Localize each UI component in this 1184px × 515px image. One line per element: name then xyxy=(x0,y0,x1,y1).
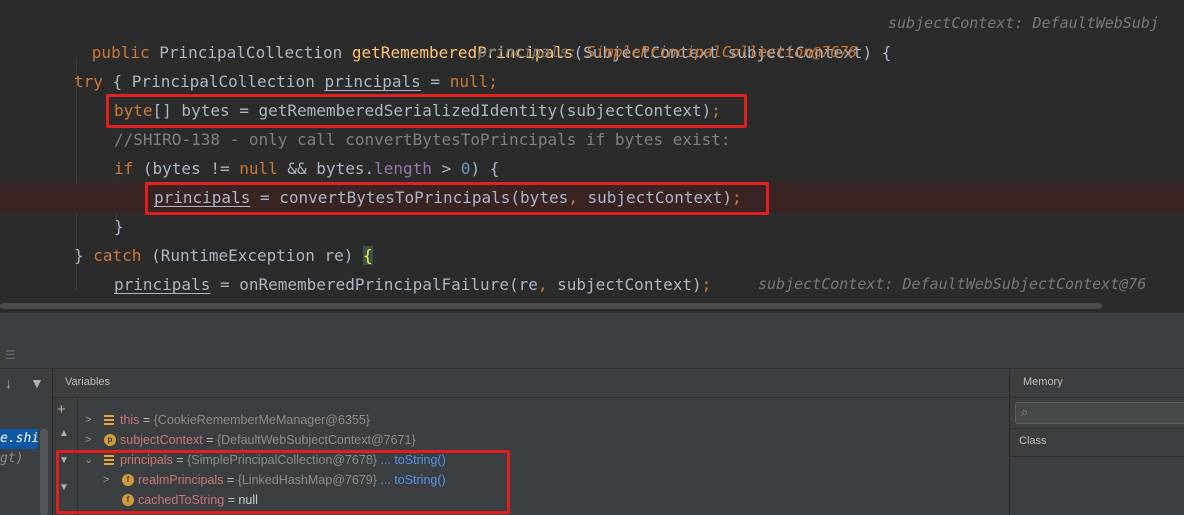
closing-brace: } xyxy=(74,246,94,265)
inline-hint: principals: SimplePrincipalCollection@76… xyxy=(478,43,858,61)
code-text: && bytes. xyxy=(277,159,375,178)
frames-scrollbar[interactable] xyxy=(40,429,48,515)
semicolon: ; xyxy=(701,275,712,294)
code-line-6: if (bytes != null && bytes.length > 0) { xyxy=(0,154,1184,183)
code-text: (RuntimeException re) xyxy=(141,246,363,265)
code-line-1: public PrincipalCollection getRemembered… xyxy=(0,9,1184,62)
selected-frame[interactable]: e.shiro. xyxy=(0,429,38,449)
code-text: (bytes != xyxy=(133,159,240,178)
highlight-box-convert xyxy=(145,182,769,215)
highlight-box-principals xyxy=(56,450,510,514)
keyword-try: try xyxy=(74,72,103,91)
variable-name: subjectContext xyxy=(120,433,203,447)
caret-up-icon[interactable]: ▲ xyxy=(59,428,69,439)
add-watch-icon[interactable]: + xyxy=(57,401,66,418)
code-text: ) { xyxy=(470,159,500,178)
code-line-9: } catch (RuntimeException re) { xyxy=(0,241,1184,270)
code-line-5: //SHIRO-138 - only call convertBytesToPr… xyxy=(0,125,1184,154)
variables-title: Variables xyxy=(65,376,111,388)
memory-column-header[interactable]: Class xyxy=(1010,428,1184,457)
code-line-3: try { xyxy=(0,67,1184,96)
equals: = xyxy=(202,433,217,447)
code-text: subjectContext) xyxy=(547,275,702,294)
debugger-panel: ☰ ↓ ▼ e.shiro. gt) Variables + ▲ ▼ ▼ > t… xyxy=(0,312,1184,515)
inline-hint: subjectContext: DefaultWebSubj xyxy=(888,14,1159,32)
divider xyxy=(53,397,1008,398)
number-literal: 0 xyxy=(460,159,471,178)
inline-hint: subjectContext: DefaultWebSubjectContext… xyxy=(758,275,1147,293)
arrow-down-icon[interactable]: ↓ xyxy=(5,375,12,391)
search-icon: ⌕ xyxy=(1021,404,1029,419)
code-line-8: } xyxy=(0,212,1184,241)
code-text: { xyxy=(102,72,123,91)
frame-detail: gt) xyxy=(0,451,24,466)
code-editor[interactable]: public PrincipalCollection getRemembered… xyxy=(0,0,1184,300)
memory-search-input[interactable]: ⌕ xyxy=(1015,402,1184,424)
memory-title: Memory xyxy=(1023,376,1063,388)
editor-horizontal-scrollbar[interactable] xyxy=(0,300,1184,312)
variable-value: {CookieRememberMeManager@6355} xyxy=(153,413,370,427)
column-class: Class xyxy=(1019,435,1047,447)
field-length: length xyxy=(374,159,432,178)
memory-pane: Memory ⌕ Class xyxy=(1009,369,1184,515)
parameter-icon: p xyxy=(104,434,116,446)
chevron-right-icon[interactable]: > xyxy=(85,410,91,430)
list-icon[interactable]: ☰ xyxy=(5,348,16,362)
chevron-right-icon[interactable]: > xyxy=(85,430,91,450)
filter-icon[interactable]: ▼ xyxy=(30,375,44,391)
variable-principals: principals xyxy=(114,275,211,294)
code-text: = onRememberedPrincipalFailure(re xyxy=(210,275,538,294)
variable-name: this xyxy=(120,413,140,427)
variable-value: {DefaultWebSubjectContext@7671} xyxy=(216,433,416,447)
highlight-box-bytes xyxy=(106,94,747,128)
debugger-toolbar: ☰ xyxy=(0,312,1184,369)
variable-icon xyxy=(103,414,115,426)
keyword-null: null xyxy=(239,159,278,178)
variables-pane: Variables + ▲ ▼ ▼ > this = {CookieRememb… xyxy=(53,369,1008,515)
equals: = xyxy=(139,413,154,427)
keyword-catch: catch xyxy=(93,246,142,265)
closing-brace: } xyxy=(114,217,124,236)
divider xyxy=(1010,397,1184,398)
frames-pane: ↓ ▼ e.shiro. gt) xyxy=(0,369,53,515)
code-line-2: PrincipalCollection principals = null; p… xyxy=(0,38,1184,91)
scrollbar-thumb[interactable] xyxy=(0,303,1102,309)
matched-brace: { xyxy=(363,246,373,265)
code-text: > xyxy=(431,159,461,178)
comment: //SHIRO-138 - only call convertBytesToPr… xyxy=(114,130,731,149)
code-line-10: principals = onRememberedPrincipalFailur… xyxy=(0,270,1184,299)
keyword-if: if xyxy=(114,159,134,178)
